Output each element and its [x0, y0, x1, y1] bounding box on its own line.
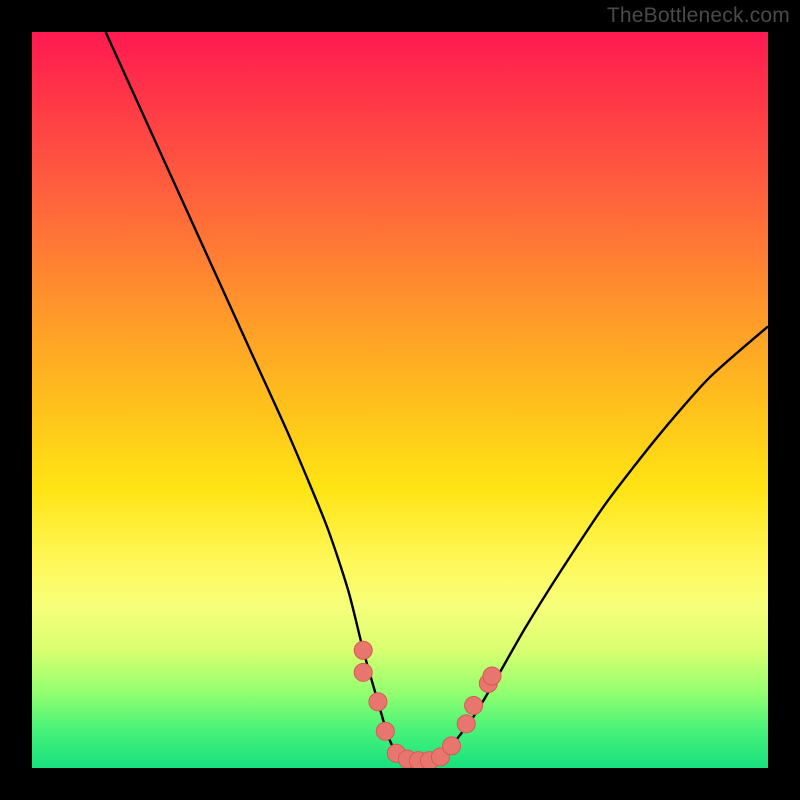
curve-marker	[409, 752, 427, 768]
curve-marker	[443, 737, 461, 755]
curve-marker	[420, 752, 438, 768]
curve-marker	[376, 722, 394, 740]
watermark-text: TheBottleneck.com	[607, 4, 790, 28]
curve-marker	[457, 715, 475, 733]
curve-marker	[387, 744, 405, 762]
curve-marker	[431, 748, 449, 766]
curve-marker	[465, 696, 483, 714]
curve-markers	[354, 641, 501, 768]
chart-frame: TheBottleneck.com	[0, 0, 800, 800]
curve-marker	[398, 750, 416, 768]
plot-area	[32, 32, 768, 768]
curve-marker	[483, 667, 501, 685]
curve-marker	[369, 693, 387, 711]
curve-line	[106, 32, 768, 761]
curve-marker	[354, 641, 372, 659]
bottleneck-chart	[32, 32, 768, 768]
curve-marker	[354, 663, 372, 681]
curve-marker	[479, 674, 497, 692]
